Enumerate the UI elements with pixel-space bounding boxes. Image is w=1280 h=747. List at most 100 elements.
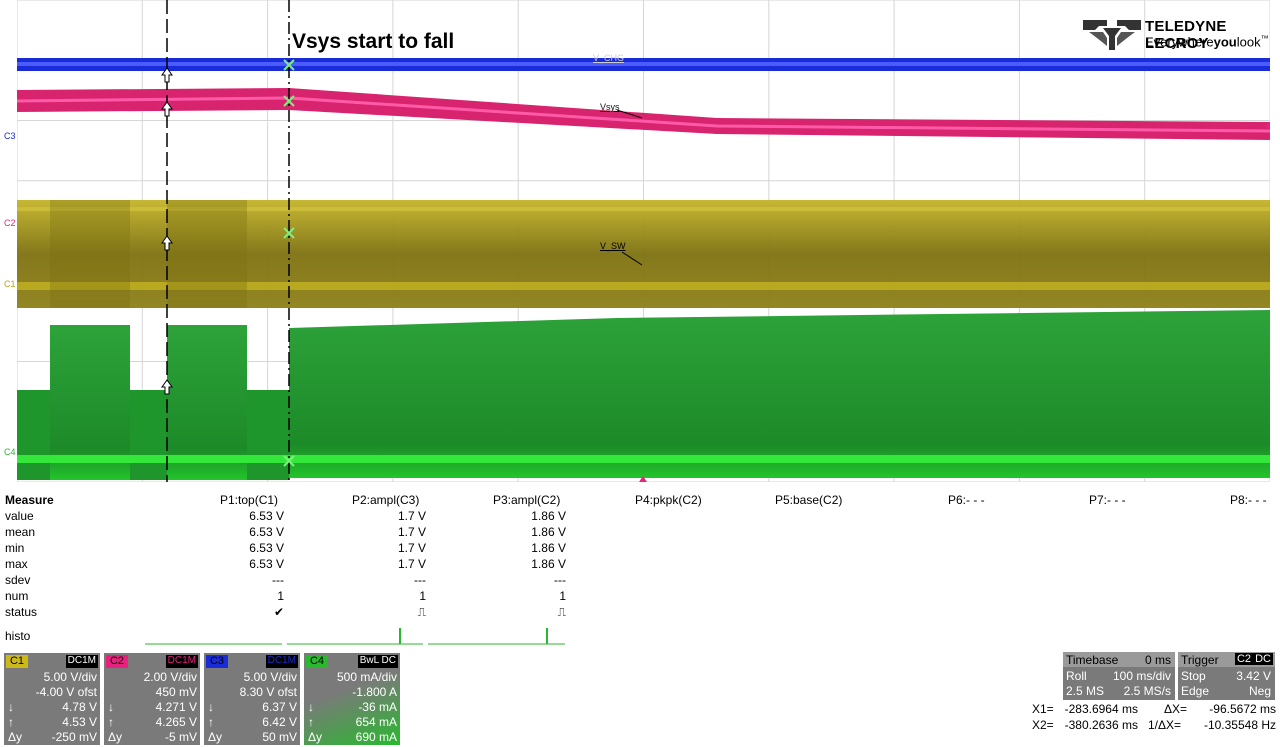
x2-value: -380.2636 ms: [1064, 718, 1138, 732]
measure-cell: 6.53 V: [249, 509, 284, 523]
channel-tag: C2: [106, 655, 128, 668]
channel-coupling: DC1M: [165, 655, 198, 668]
axis-label-c2: C2: [4, 218, 16, 228]
channel-header: C4 BwL DC: [306, 655, 398, 668]
measure-cell: 1.7 V: [397, 509, 426, 523]
channel-down-value: 4.78 V: [62, 700, 97, 714]
down-arrow-icon: ↓: [8, 700, 14, 714]
delta-y-label: Δy: [108, 730, 123, 744]
histo-label: histo: [5, 629, 31, 643]
measure-row-label: status: [5, 605, 38, 619]
measure-col-p2[interactable]: P2:ampl(C3): [352, 493, 419, 507]
measure-cell: ✔: [273, 605, 284, 619]
measure-row-label: num: [5, 589, 29, 603]
timebase-delay: 0 ms: [1144, 653, 1171, 667]
measure-col-p3[interactable]: P3:ampl(C2): [493, 493, 560, 507]
tagline-part-3: look: [1236, 34, 1261, 50]
channel-scale: 5.00 V/div: [243, 670, 297, 684]
delta-y-label: Δy: [8, 730, 23, 744]
channel-coupling: DC1M: [265, 655, 298, 668]
scope-display[interactable]: [17, 0, 1270, 482]
channel-coupling: BwL DC: [357, 655, 398, 668]
trigger-coupling: DC: [1253, 653, 1273, 665]
up-arrow-icon: ↑: [208, 715, 214, 729]
channel-scale: 5.00 V/div: [43, 670, 97, 684]
trace-c4: [17, 310, 1270, 480]
label-vchg: V_CHG: [593, 53, 625, 63]
inv-dx-value: -10.35548 Hz: [1203, 718, 1276, 732]
down-arrow-icon: ↓: [108, 700, 114, 714]
measure-cell: 1.7 V: [397, 557, 426, 571]
channel-header: C2 DC1M: [106, 655, 198, 668]
measure-cell: 1.86 V: [531, 541, 566, 555]
measure-cell: ---: [554, 573, 566, 587]
brand-tagline: Everywhereyoulook™: [1145, 34, 1269, 49]
timebase-rate: 2.5 MS/s: [1123, 684, 1171, 698]
axis-label-c1: C1: [4, 279, 16, 289]
channel-offset: -1.800 A: [352, 685, 397, 699]
measure-table: Measure P1:top(C1) P2:ampl(C3) P3:ampl(C…: [0, 493, 1280, 653]
channel-tag: C1: [6, 655, 28, 668]
measure-row-label: sdev: [5, 573, 31, 587]
measure-cell: ---: [414, 573, 426, 587]
channel-up-value: 6.42 V: [262, 715, 297, 729]
trace-c1: [17, 200, 1270, 308]
delta-y-label: Δy: [308, 730, 323, 744]
measure-cell: 1: [419, 589, 426, 603]
trace-c3: [17, 58, 1270, 71]
measure-row-label: max: [5, 557, 28, 571]
timebase-mode: Roll: [1066, 669, 1087, 683]
measure-col-p1[interactable]: P1:top(C1): [220, 493, 278, 507]
measure-title: Measure: [5, 493, 54, 507]
measure-cell: 6.53 V: [249, 525, 284, 539]
channel-box-c1[interactable]: C1 DC1M 5.00 V/div -4.00 V ofst ↓ 4.78 V ↑ 4.53…: [4, 653, 100, 745]
axis-label-c4: C4: [4, 447, 16, 457]
down-arrow-icon: ↓: [308, 700, 314, 714]
measure-cell: 1.7 V: [397, 525, 426, 539]
measure-col-p4[interactable]: P4:pkpk(C2): [635, 493, 702, 507]
channel-up-value: 4.265 V: [155, 715, 197, 729]
dx-value: -96.5672 ms: [1209, 702, 1276, 716]
delta-y-label: Δy: [208, 730, 223, 744]
measure-col-p5[interactable]: P5:base(C2): [775, 493, 842, 507]
channel-scale: 2.00 V/div: [143, 670, 197, 684]
trigger-type: Edge: [1181, 684, 1210, 698]
measure-cell: ⎍: [557, 605, 566, 619]
channel-offset: 8.30 V ofst: [239, 685, 297, 699]
x1-label: X1=: [1032, 702, 1054, 716]
trigger-state: Stop: [1181, 669, 1206, 683]
channel-header: C3 DC1M: [206, 655, 298, 668]
measure-col-p6[interactable]: P6:- - -: [948, 493, 985, 507]
timebase-scale: 100 ms/div: [1112, 669, 1171, 683]
up-arrow-icon: ↑: [308, 715, 314, 729]
channel-box-c4[interactable]: C4 BwL DC 500 mA/div -1.800 A ↓ -36 mA ↑ 654 mA…: [304, 653, 400, 745]
teledyne-logo-icon: [1083, 20, 1141, 50]
tagline-part-1: Everywhere: [1145, 34, 1214, 50]
measure-cell: 1.86 V: [531, 557, 566, 571]
timebase-box[interactable]: Timebase 0 ms Roll 100 ms/div 2.5 MS 2.5…: [1063, 652, 1175, 700]
measure-row-label: mean: [5, 525, 36, 539]
measure-col-p7[interactable]: P7:- - -: [1089, 493, 1126, 507]
trigger-box[interactable]: Trigger C2 DC Stop 3.42 V Edge Neg: [1178, 652, 1275, 700]
timebase-samples: 2.5 MS: [1066, 684, 1105, 698]
channel-coupling: DC1M: [65, 655, 98, 668]
measure-cell: 1: [559, 589, 566, 603]
channel-box-c3[interactable]: C3 DC1M 5.00 V/div 8.30 V ofst ↓ 6.37 V ↑ 6.42 …: [204, 653, 300, 745]
channel-tag: C4: [306, 655, 328, 668]
channel-down-value: -36 mA: [358, 700, 397, 714]
axis-label-c3: C3: [4, 131, 16, 141]
trigger-source: C2: [1234, 653, 1253, 665]
measure-cell: 1: [277, 589, 284, 603]
up-arrow-icon: ↑: [8, 715, 14, 729]
measure-cell: 6.53 V: [249, 557, 284, 571]
channel-header: C1 DC1M: [6, 655, 98, 668]
trigger-level: 3.42 V: [1236, 669, 1271, 683]
cursor-readout: X1= -283.6964 ms ΔX= -96.5672 ms X2= -38…: [1030, 702, 1278, 734]
inv-dx-label: 1/ΔX=: [1148, 718, 1182, 732]
timebase-title: Timebase: [1066, 653, 1119, 667]
channel-box-c2[interactable]: C2 DC1M 2.00 V/div 450 mV ↓ 4.271 V ↑ 4.265 V Δy…: [104, 653, 200, 745]
down-arrow-icon: ↓: [208, 700, 214, 714]
measure-col-p8[interactable]: P8:- - -: [1230, 493, 1267, 507]
measure-row-label: min: [5, 541, 25, 555]
channel-down-value: 6.37 V: [262, 700, 297, 714]
